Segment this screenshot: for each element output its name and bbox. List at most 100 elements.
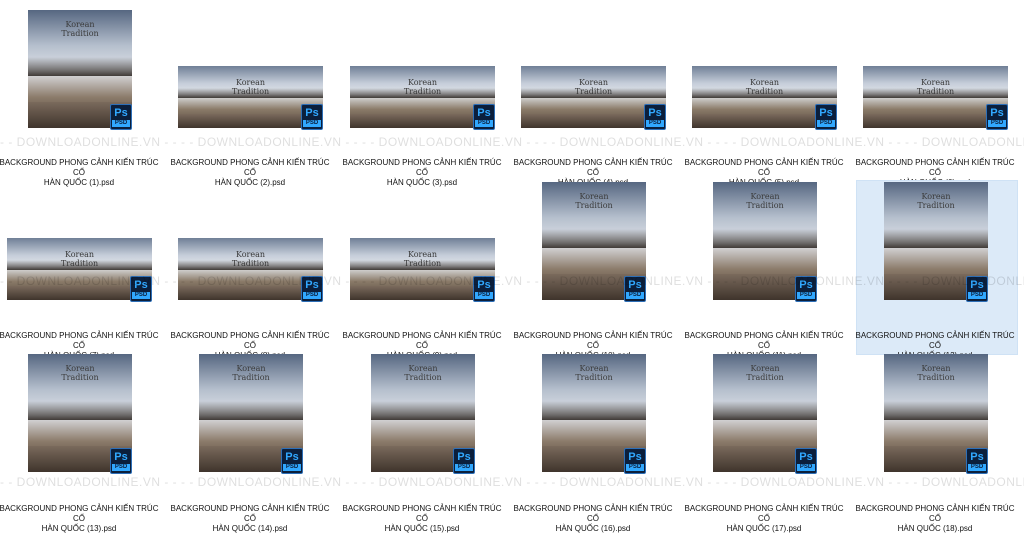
photoshop-icon-letters: Ps (477, 279, 491, 291)
photoshop-icon-psd: PSD (988, 120, 1006, 127)
watermark-text: - - DOWNLOADONLINE.VN - - - - DOWNLOADON… (0, 475, 1024, 489)
file-name-line: BACKGROUND PHONG CẢNH KIẾN TRÚC CỔ (0, 331, 159, 350)
photoshop-icon-letters: Ps (305, 279, 319, 291)
photoshop-file-icon: Ps PSD (473, 104, 495, 130)
thumbnail-title-text: Korean Tradition (61, 364, 99, 382)
photoshop-file-icon: Ps PSD (110, 104, 132, 130)
thumbnail-title-text: Korean Tradition (917, 192, 955, 210)
file-name-line: BACKGROUND PHONG CẢNH KIẾN TRÚC CỔ (684, 158, 844, 177)
photoshop-icon-psd: PSD (968, 292, 986, 299)
file-name[interactable]: BACKGROUND PHONG CẢNH KIẾN TRÚC CỔHÀN QU… (0, 504, 164, 534)
file-name-line: BACKGROUND PHONG CẢNH KIẾN TRÚC CỔ (513, 331, 673, 350)
photoshop-icon-psd: PSD (303, 120, 321, 127)
thumbnail-title-text: Korean Tradition (61, 20, 99, 38)
photoshop-file-icon: Ps PSD (986, 104, 1008, 130)
photoshop-icon-letters: Ps (114, 107, 128, 119)
photoshop-icon-psd: PSD (303, 292, 321, 299)
photoshop-icon-psd: PSD (817, 120, 835, 127)
file-name-line: BACKGROUND PHONG CẢNH KIẾN TRÚC CỔ (855, 504, 1015, 523)
file-name-line: BACKGROUND PHONG CẢNH KIẾN TRÚC CỔ (170, 331, 330, 350)
photoshop-icon-letters: Ps (990, 107, 1004, 119)
photoshop-file-icon: Ps PSD (301, 104, 323, 130)
photoshop-file-icon: Ps PSD (815, 104, 837, 130)
thumbnail-roof-shape (542, 401, 646, 421)
file-name-line: BACKGROUND PHONG CẢNH KIẾN TRÚC CỔ (170, 504, 330, 523)
file-name-line: BACKGROUND PHONG CẢNH KIẾN TRÚC CỔ (0, 504, 159, 523)
file-name-line: BACKGROUND PHONG CẢNH KIẾN TRÚC CỔ (513, 158, 673, 177)
file-name-line: BACKGROUND PHONG CẢNH KIẾN TRÚC CỔ (342, 331, 502, 350)
photoshop-file-icon: Ps PSD (644, 104, 666, 130)
file-name-line: HÀN QUỐC (2).psd (214, 178, 286, 187)
photoshop-file-icon: Ps PSD (624, 276, 646, 302)
file-name[interactable]: BACKGROUND PHONG CẢNH KIẾN TRÚC CỔHÀN QU… (679, 504, 849, 534)
thumbnail-title-text: Korean Tradition (574, 78, 613, 96)
file-name[interactable]: BACKGROUND PHONG CẢNH KIẾN TRÚC CỔHÀN QU… (0, 158, 164, 188)
file-name[interactable]: BACKGROUND PHONG CẢNH KIẾN TRÚC CỔHÀN QU… (508, 504, 678, 534)
photoshop-file-icon: Ps PSD (966, 448, 988, 474)
photoshop-icon-letters: Ps (799, 451, 813, 463)
photoshop-icon-letters: Ps (970, 279, 984, 291)
photoshop-icon-letters: Ps (114, 451, 128, 463)
photoshop-icon-letters: Ps (477, 107, 491, 119)
thumbnail-title-text: Korean Tradition (404, 364, 442, 382)
file-name-line: BACKGROUND PHONG CẢNH KIẾN TRÚC CỔ (342, 158, 502, 177)
photoshop-icon-letters: Ps (819, 107, 833, 119)
thumbnail-roof-shape (713, 229, 817, 249)
file-name-line: BACKGROUND PHONG CẢNH KIẾN TRÚC CỔ (170, 158, 330, 177)
photoshop-icon-psd: PSD (112, 120, 130, 127)
thumbnail-title-text: Korean Tradition (745, 78, 784, 96)
file-name-line: BACKGROUND PHONG CẢNH KIẾN TRÚC CỔ (0, 158, 159, 177)
file-name[interactable]: BACKGROUND PHONG CẢNH KIẾN TRÚC CỔHÀN QU… (337, 504, 507, 534)
photoshop-icon-psd: PSD (797, 464, 815, 471)
file-name-line: BACKGROUND PHONG CẢNH KIẾN TRÚC CỔ (513, 504, 673, 523)
file-name-line: HÀN QUỐC (1).psd (43, 178, 115, 187)
photoshop-file-icon: Ps PSD (130, 276, 152, 302)
thumbnail-title-text: Korean Tradition (232, 364, 270, 382)
file-name-line: BACKGROUND PHONG CẢNH KIẾN TRÚC CỔ (684, 504, 844, 523)
photoshop-icon-psd: PSD (646, 120, 664, 127)
photoshop-icon-letters: Ps (799, 279, 813, 291)
photoshop-icon-psd: PSD (475, 120, 493, 127)
file-name-line: BACKGROUND PHONG CẢNH KIẾN TRÚC CỔ (684, 331, 844, 350)
thumbnail-roof-shape (199, 401, 303, 421)
photoshop-icon-letters: Ps (648, 107, 662, 119)
photoshop-icon-letters: Ps (134, 279, 148, 291)
file-name[interactable]: BACKGROUND PHONG CẢNH KIẾN TRÚC CỔHÀN QU… (337, 158, 507, 188)
thumbnail-roof-shape (884, 229, 988, 249)
thumbnail-title-text: Korean Tradition (746, 192, 784, 210)
photoshop-icon-psd: PSD (112, 464, 130, 471)
photoshop-file-icon: Ps PSD (624, 448, 646, 474)
photoshop-icon-psd: PSD (626, 292, 644, 299)
file-name-line: BACKGROUND PHONG CẢNH KIẾN TRÚC CỔ (342, 504, 502, 523)
thumbnail-roof-shape (884, 401, 988, 421)
photoshop-icon-psd: PSD (455, 464, 473, 471)
photoshop-icon-psd: PSD (797, 292, 815, 299)
file-name[interactable]: BACKGROUND PHONG CẢNH KIẾN TRÚC CỔHÀN QU… (165, 504, 335, 534)
thumbnail-title-text: Korean Tradition (231, 78, 270, 96)
photoshop-file-icon: Ps PSD (453, 448, 475, 474)
photoshop-file-icon: Ps PSD (110, 448, 132, 474)
photoshop-file-icon: Ps PSD (795, 448, 817, 474)
file-name-line: BACKGROUND PHONG CẢNH KIẾN TRÚC CỔ (855, 158, 1015, 177)
photoshop-icon-psd: PSD (968, 464, 986, 471)
thumbnail-title-text: Korean Tradition (60, 250, 99, 268)
photoshop-icon-letters: Ps (305, 107, 319, 119)
photoshop-icon-psd: PSD (475, 292, 493, 299)
thumbnail-title-text: Korean Tradition (403, 78, 442, 96)
photoshop-icon-psd: PSD (132, 292, 150, 299)
thumbnail-title-text: Korean Tradition (403, 250, 442, 268)
file-name[interactable]: BACKGROUND PHONG CẢNH KIẾN TRÚC CỔHÀN QU… (850, 504, 1020, 534)
photoshop-icon-letters: Ps (457, 451, 471, 463)
photoshop-icon-letters: Ps (285, 451, 299, 463)
file-name[interactable]: BACKGROUND PHONG CẢNH KIẾN TRÚC CỔHÀN QU… (165, 158, 335, 188)
file-name-line: BACKGROUND PHONG CẢNH KIẾN TRÚC CỔ (855, 331, 1015, 350)
thumbnail-title-text: Korean Tradition (575, 364, 613, 382)
photoshop-file-icon: Ps PSD (966, 276, 988, 302)
thumbnail-roof-shape (28, 401, 132, 421)
thumbnail-title-text: Korean Tradition (917, 364, 955, 382)
photoshop-file-icon: Ps PSD (281, 448, 303, 474)
photoshop-icon-letters: Ps (628, 279, 642, 291)
photoshop-icon-letters: Ps (970, 451, 984, 463)
photoshop-icon-psd: PSD (626, 464, 644, 471)
photoshop-icon-letters: Ps (628, 451, 642, 463)
